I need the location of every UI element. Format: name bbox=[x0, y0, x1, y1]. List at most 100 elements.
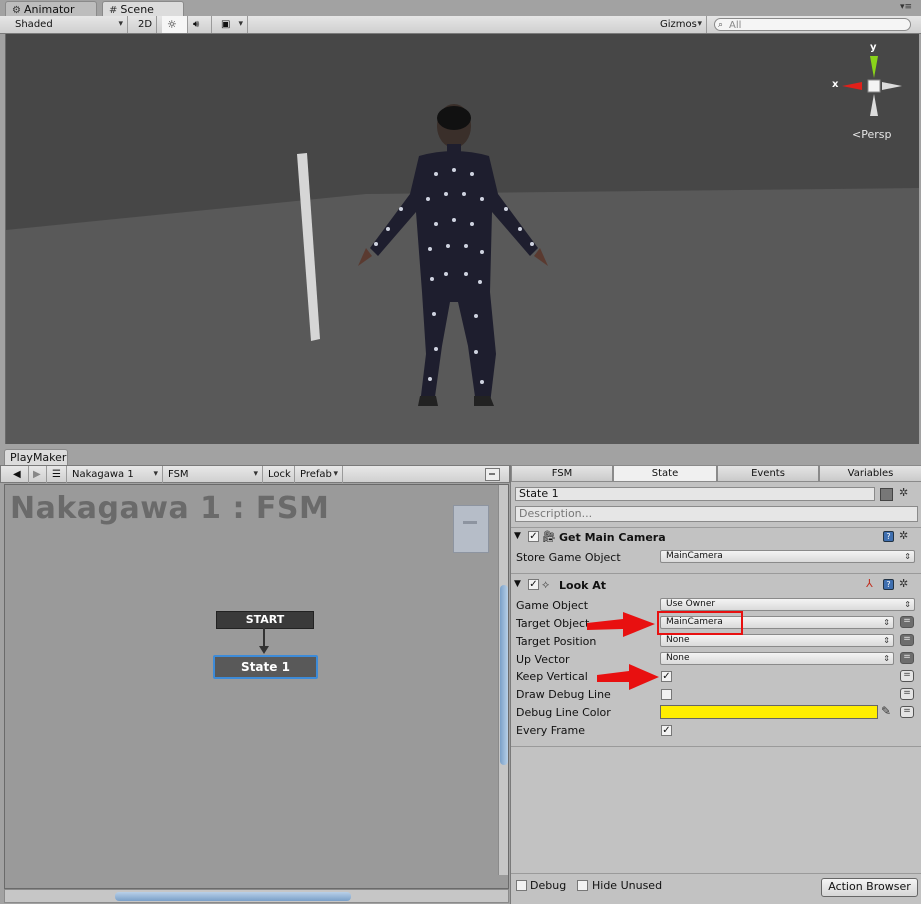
description-input[interactable]: Description... bbox=[515, 506, 918, 522]
editor-tab-strip: ⚙ Animator # Scene ▾≡ bbox=[0, 0, 921, 17]
tab-scene[interactable]: # Scene bbox=[102, 1, 184, 17]
graph-horizontal-scrollbar[interactable] bbox=[4, 889, 509, 903]
collapse-arrow-icon[interactable]: ▼ bbox=[514, 579, 521, 589]
variable-toggle-button[interactable]: = bbox=[900, 652, 914, 664]
action-enabled-checkbox[interactable]: ✓ bbox=[528, 579, 539, 590]
graph-minimap[interactable] bbox=[453, 505, 489, 553]
arrow-right-icon: ▶ bbox=[33, 469, 41, 480]
2d-toggle-button[interactable]: 2D bbox=[133, 16, 157, 33]
playmaker-toolbar: ◀ ▶ ☰ Nakagawa 1 FSM Lock Prefab bbox=[0, 465, 510, 483]
state-node-state-1[interactable]: State 1 bbox=[213, 655, 318, 679]
debug-line-color-swatch[interactable] bbox=[660, 705, 878, 719]
help-icon[interactable]: ? bbox=[883, 531, 894, 542]
action-title: Look At bbox=[559, 579, 607, 592]
tab-animator[interactable]: ⚙ Animator bbox=[5, 1, 97, 16]
y-axis-label: y bbox=[870, 42, 877, 53]
x-axis-label: x bbox=[832, 79, 839, 90]
y-axis-cone bbox=[870, 56, 878, 78]
debug-label: Debug bbox=[530, 879, 567, 892]
field-label: Debug Line Color bbox=[516, 706, 611, 719]
neg-y-axis-cone bbox=[870, 94, 878, 116]
effects-dropdown[interactable]: ▣ bbox=[216, 16, 248, 33]
collapse-arrow-icon[interactable]: ▼ bbox=[514, 531, 521, 541]
animator-icon: ⚙ bbox=[12, 5, 21, 16]
start-node[interactable]: START bbox=[216, 611, 314, 629]
annotation-arrow bbox=[587, 612, 655, 637]
variable-toggle-button[interactable]: = bbox=[900, 616, 914, 628]
gameobject-selector[interactable]: Nakagawa 1 bbox=[67, 466, 163, 483]
sun-icon: ☼ bbox=[167, 18, 177, 31]
inspector-tabs: FSM State Events Variables bbox=[511, 465, 921, 482]
back-button[interactable]: ◀ bbox=[7, 466, 29, 483]
minimap-icon bbox=[489, 473, 495, 475]
store-game-object-dropdown[interactable]: MainCamera bbox=[660, 550, 915, 563]
field-label: Keep Vertical bbox=[516, 670, 588, 683]
highlight-box bbox=[657, 611, 743, 635]
fsm-list-button[interactable]: ☰ bbox=[47, 466, 67, 483]
graph-vertical-scrollbar[interactable] bbox=[498, 485, 508, 875]
scene-viewport[interactable]: y x <Persp bbox=[5, 34, 919, 444]
action-icon: ⟡ bbox=[542, 578, 550, 591]
annotation-arrow bbox=[597, 664, 659, 690]
draw-debug-line-checkbox[interactable] bbox=[661, 689, 672, 700]
variable-toggle-button[interactable]: = bbox=[900, 688, 914, 700]
gizmos-dropdown[interactable]: Gizmos bbox=[655, 16, 707, 33]
fsm-selector[interactable]: FSM bbox=[163, 466, 263, 483]
field-label: Every Frame bbox=[516, 724, 586, 737]
speaker-icon: 🔊︎ bbox=[193, 19, 200, 30]
scene-search-input[interactable]: ⌕ All bbox=[714, 18, 911, 31]
tab-options-icon[interactable]: ▾≡ bbox=[900, 2, 912, 12]
divider bbox=[511, 873, 921, 874]
field-label: Game Object bbox=[516, 599, 589, 612]
action-enabled-checkbox[interactable]: ✓ bbox=[528, 531, 539, 542]
transition-arrow bbox=[259, 628, 269, 654]
tab-state[interactable]: State bbox=[613, 465, 717, 482]
gear-icon[interactable]: ✲ bbox=[899, 577, 908, 590]
neg-x-axis-cone bbox=[882, 82, 902, 90]
gear-icon[interactable]: ✲ bbox=[899, 486, 908, 499]
action-browser-button[interactable]: Action Browser bbox=[821, 878, 918, 897]
x-axis-cone bbox=[842, 82, 862, 90]
every-frame-checkbox[interactable]: ✓ bbox=[661, 725, 672, 736]
scene-render bbox=[6, 104, 919, 444]
search-icon: ⌕ bbox=[718, 20, 724, 30]
arrow-left-icon: ◀ bbox=[13, 469, 21, 480]
fsm-graph-view[interactable]: Nakagawa 1 : FSM START State 1 bbox=[4, 484, 509, 889]
variable-toggle-button[interactable]: = bbox=[900, 706, 914, 718]
field-label: Target Object bbox=[516, 617, 590, 630]
camera-icon: 🎥︎ bbox=[542, 530, 556, 543]
variable-toggle-button[interactable]: = bbox=[900, 634, 914, 646]
vertical-scroll-thumb[interactable] bbox=[500, 585, 508, 765]
lighting-toggle-button[interactable]: ☼ bbox=[162, 16, 188, 33]
tab-events[interactable]: Events bbox=[717, 465, 819, 482]
field-label: Up Vector bbox=[516, 653, 570, 666]
annotation-overlay bbox=[587, 611, 743, 690]
prefab-dropdown[interactable]: Prefab bbox=[295, 466, 343, 483]
lock-button[interactable]: Lock bbox=[263, 466, 295, 483]
minimap-toggle[interactable] bbox=[485, 468, 500, 481]
eyedropper-icon[interactable]: ✎ bbox=[881, 704, 891, 718]
tab-variables[interactable]: Variables bbox=[819, 465, 921, 482]
debug-checkbox[interactable] bbox=[516, 880, 527, 891]
shading-mode-dropdown[interactable]: Shaded bbox=[10, 16, 128, 33]
perspective-icon: < bbox=[852, 128, 862, 141]
state-name-input[interactable]: State 1 bbox=[515, 487, 875, 501]
hide-unused-checkbox[interactable] bbox=[577, 880, 588, 891]
fsm-graph-title: Nakagawa 1 : FSM bbox=[10, 491, 330, 526]
horizontal-scroll-thumb[interactable] bbox=[115, 892, 351, 901]
state-color-swatch[interactable] bbox=[880, 488, 893, 501]
forward-button[interactable]: ▶ bbox=[29, 466, 47, 483]
gear-icon[interactable]: ✲ bbox=[899, 529, 908, 542]
scene-orientation-gizmo[interactable]: y x <Persp bbox=[832, 42, 912, 142]
divider bbox=[511, 746, 921, 747]
playmaker-tab[interactable]: PlayMaker bbox=[4, 449, 68, 465]
help-icon[interactable]: ? bbox=[883, 579, 894, 590]
list-icon: ☰ bbox=[52, 469, 61, 480]
variable-toggle-button[interactable]: = bbox=[900, 670, 914, 682]
transform-gizmo-icon: ⅄ bbox=[866, 577, 873, 590]
field-label: Store Game Object bbox=[516, 551, 621, 564]
projection-toggle[interactable]: <Persp bbox=[852, 128, 891, 141]
audio-toggle-button[interactable]: 🔊︎ bbox=[188, 16, 212, 33]
tab-fsm[interactable]: FSM bbox=[511, 465, 613, 482]
grid-icon: # bbox=[109, 5, 118, 16]
